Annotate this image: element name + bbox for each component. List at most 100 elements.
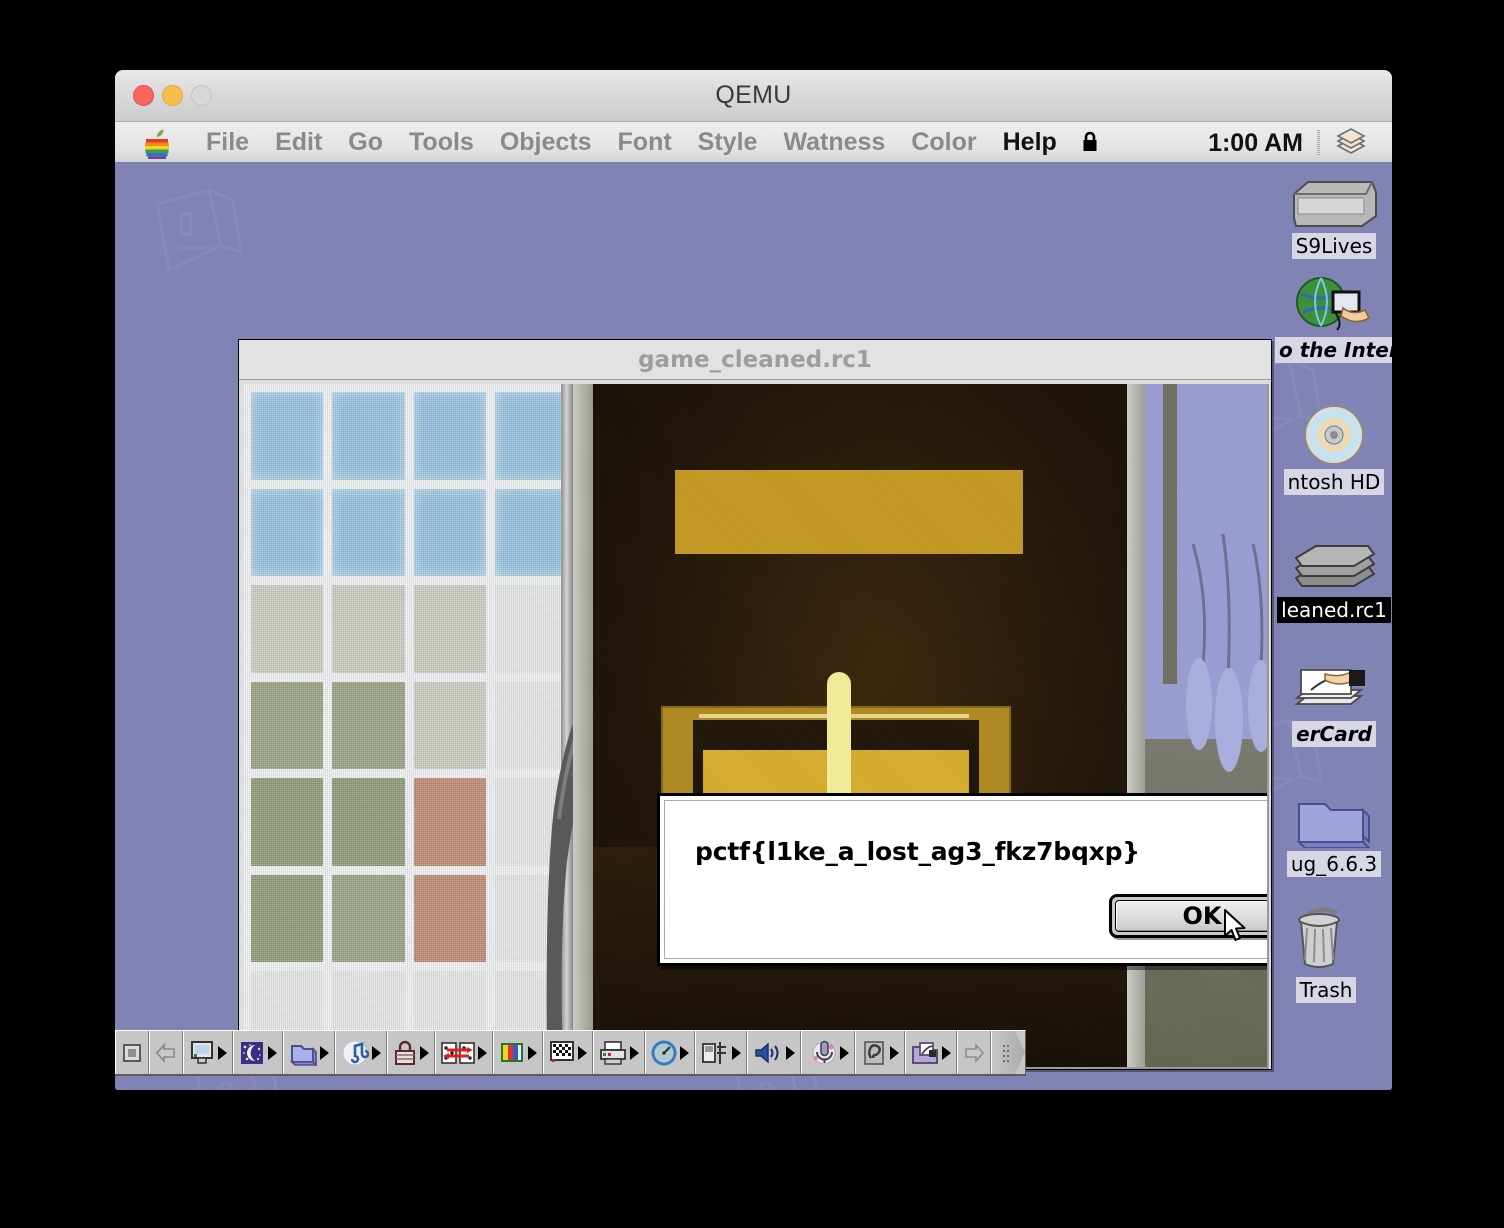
control-strip-item-printer[interactable]	[593, 1031, 645, 1074]
control-strip-item-monitor[interactable]	[183, 1031, 233, 1074]
menu-item-font[interactable]: Font	[605, 122, 685, 163]
file-server-icon	[702, 1041, 726, 1064]
menu-item-file[interactable]: File	[193, 122, 262, 163]
chevron-right-icon	[732, 1045, 741, 1060]
desktop-icon-trash[interactable]: Trash	[1267, 907, 1385, 1003]
minimize-button[interactable]	[162, 85, 183, 106]
qemu-titlebar[interactable]: QEMU	[115, 70, 1392, 122]
menu-item-edit[interactable]: Edit	[262, 122, 335, 163]
energy-saver-moon-icon	[241, 1041, 263, 1064]
desktop-icon-label: ntosh HD	[1283, 469, 1385, 495]
control-strip-item-forward[interactable]	[957, 1031, 991, 1074]
desktop-icon-label: o the Internet	[1275, 337, 1392, 363]
control-strip-item-remote-access[interactable]	[905, 1031, 957, 1074]
menubar-right-cluster: 1:00 AM	[1208, 122, 1392, 164]
microphone-input-icon	[812, 1040, 836, 1064]
desktop-icon-label: leaned.rc1	[1277, 597, 1391, 623]
menubar-clock[interactable]: 1:00 AM	[1208, 129, 1317, 158]
desktop-icon-hypercard[interactable]: erCard	[1275, 656, 1392, 747]
control-strip-item-cpu-speed[interactable]	[645, 1031, 695, 1074]
chevron-right-icon	[218, 1045, 227, 1060]
chevron-right-icon	[942, 1045, 951, 1060]
speakable-items-ear-icon	[864, 1040, 884, 1065]
desktop-icon-label: erCard	[1292, 721, 1376, 747]
alert-dialog-inner: pctf{l1ke_a_lost_ag3_fkz7bqxp} OK	[664, 800, 1267, 959]
close-button[interactable]	[133, 85, 154, 106]
sound-note-icon	[342, 1040, 369, 1065]
chevron-right-icon	[268, 1045, 277, 1060]
menu-item-tools[interactable]: Tools	[396, 122, 487, 163]
control-strip[interactable]	[115, 1030, 1026, 1076]
desktop-icon-folder[interactable]: ug_6.6.3	[1275, 786, 1392, 877]
alert-message: pctf{l1ke_a_lost_ag3_fkz7bqxp}	[695, 837, 1140, 866]
menu-item-help[interactable]: Help	[990, 122, 1070, 163]
file-sharing-folder-icon	[290, 1044, 317, 1066]
control-strip-item-sound-input[interactable]	[801, 1031, 855, 1074]
desktop-icon-os9lives[interactable]: S9Lives	[1275, 168, 1392, 259]
password-lock-icon	[395, 1040, 415, 1065]
game-window[interactable]: game_cleaned.rc1 pctf{l1ke_a_lost_ag3_fk…	[238, 339, 1272, 1070]
padlock-icon[interactable]	[1080, 130, 1100, 154]
screen-root: QEMU File Edit Go Tools Objects Font Sty…	[0, 0, 1504, 1228]
apple-logo-icon[interactable]	[143, 127, 171, 159]
globe-hand-icon	[1275, 272, 1392, 334]
chevron-right-icon	[630, 1045, 639, 1060]
printer-icon	[600, 1040, 626, 1065]
scene-tree-foliage	[1183, 534, 1267, 794]
control-strip-tab-icon[interactable]	[115, 1031, 149, 1074]
trash-icon	[1267, 907, 1385, 974]
mac-menubar: File Edit Go Tools Objects Font Style Wa…	[115, 122, 1392, 164]
control-strip-item-sound[interactable]	[335, 1031, 387, 1074]
zoom-button[interactable]	[191, 85, 212, 106]
cd-disc-icon	[1275, 404, 1392, 466]
control-strip-item-appletalk[interactable]	[435, 1031, 493, 1074]
scene-tree-canopy	[1145, 384, 1267, 772]
appletalk-switch-icon	[441, 1041, 475, 1064]
forward-arrow-icon	[965, 1042, 985, 1063]
color-depth-icon	[501, 1042, 523, 1062]
desktop-icon-game-cleaned-rc1[interactable]: leaned.rc1	[1275, 532, 1392, 623]
desktop[interactable]: S9Lives o the Internet	[115, 164, 1392, 1090]
desktop-icon-label: S9Lives	[1291, 233, 1377, 259]
qemu-window: QEMU File Edit Go Tools Objects Font Sty…	[115, 70, 1392, 1090]
control-strip-item-resolution[interactable]	[543, 1031, 593, 1074]
window-title: game_cleaned.rc1	[239, 340, 1271, 380]
scene-upper-panel	[675, 470, 1023, 554]
hypercard-icon	[1275, 656, 1392, 718]
control-strip-item-volume[interactable]	[747, 1031, 801, 1074]
menu-item-style[interactable]: Style	[685, 122, 771, 163]
application-switcher-icon[interactable]	[1332, 126, 1370, 160]
puzzle-solution-line	[827, 672, 851, 812]
control-strip-item-password[interactable]	[387, 1031, 435, 1074]
chevron-right-icon	[890, 1045, 899, 1060]
chevron-right-icon	[420, 1045, 429, 1060]
scene-window-wall	[243, 384, 575, 1067]
window-pane-grid	[243, 384, 575, 1067]
desktop-icon-browse-internet[interactable]: o the Internet	[1275, 272, 1392, 363]
chevron-right-icon	[578, 1045, 587, 1060]
qemu-window-title: QEMU	[715, 81, 792, 109]
menubar-divider	[1317, 130, 1320, 156]
control-strip-item-back[interactable]	[149, 1031, 183, 1074]
menu-item-objects[interactable]: Objects	[487, 122, 605, 163]
menu-item-go[interactable]: Go	[335, 122, 396, 163]
control-strip-item-file-server[interactable]	[695, 1031, 747, 1074]
back-arrow-icon	[155, 1042, 175, 1063]
speaker-volume-icon	[755, 1041, 779, 1064]
control-strip-item-speakable-items[interactable]	[855, 1031, 905, 1074]
control-strip-item-energy-saver[interactable]	[233, 1031, 283, 1074]
chevron-right-icon	[478, 1045, 487, 1060]
arrow-cursor	[1223, 909, 1249, 945]
menu-item-watness[interactable]: Watness	[770, 122, 898, 163]
resolution-checker-icon	[550, 1040, 574, 1062]
stacked-docs-icon	[1275, 532, 1392, 594]
control-strip-item-color-depth[interactable]	[493, 1031, 543, 1074]
control-strip-item-file-sharing[interactable]	[283, 1031, 335, 1074]
menu-item-color[interactable]: Color	[898, 122, 989, 163]
desktop-icon-macintosh-hd[interactable]: ntosh HD	[1275, 404, 1392, 495]
control-strip-grip-icon[interactable]	[991, 1031, 1025, 1074]
scene-tree-trunk	[1163, 384, 1177, 684]
window-controls	[133, 85, 212, 106]
chevron-right-icon	[372, 1045, 381, 1060]
chevron-right-icon	[320, 1045, 329, 1060]
